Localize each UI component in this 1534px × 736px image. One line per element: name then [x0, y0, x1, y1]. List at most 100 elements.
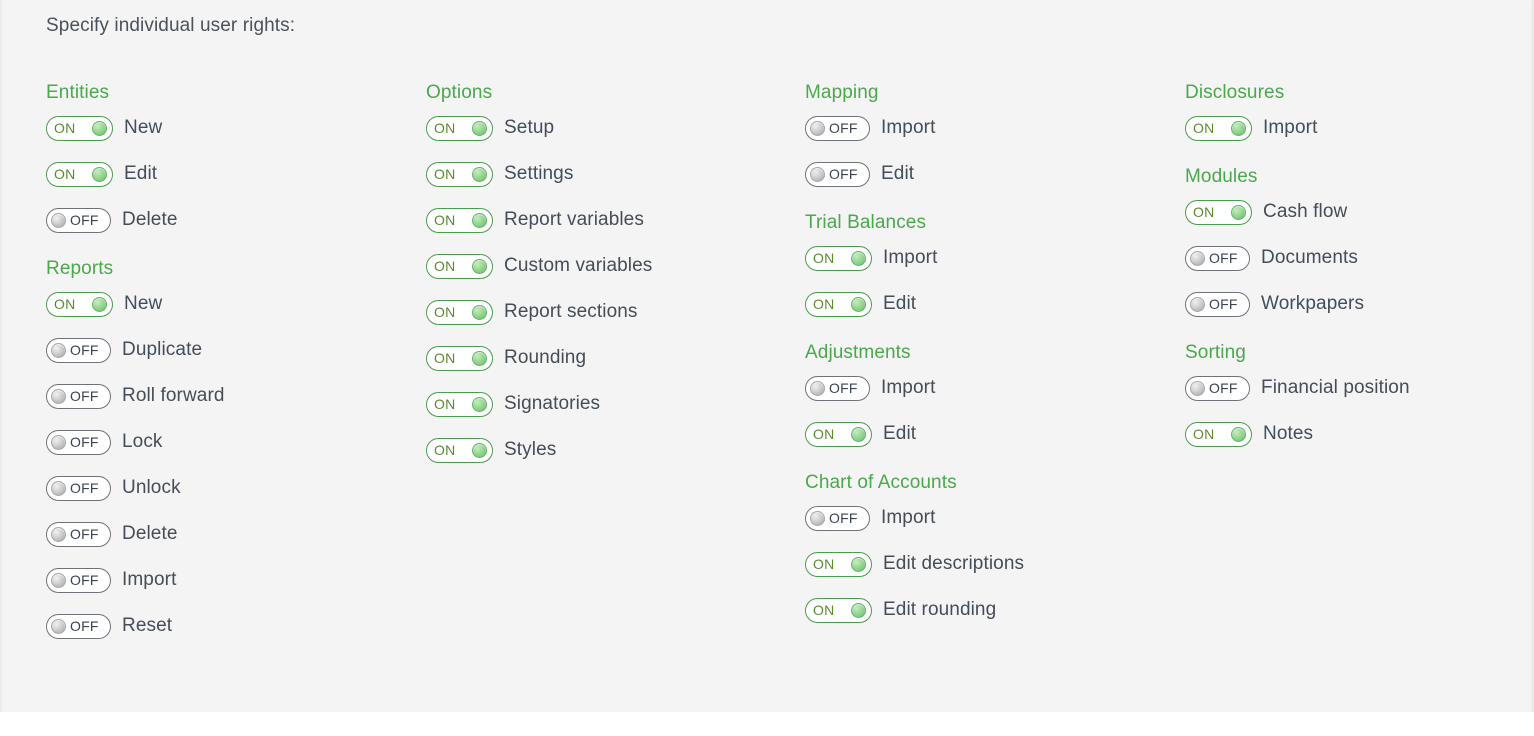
right-label-import: Import [1263, 117, 1318, 138]
toggle-chart-of-accounts-edit-rounding[interactable]: ON [805, 597, 872, 623]
right-label-edit-descriptions: Edit descriptions [883, 553, 1025, 574]
toggle-chart-of-accounts-import[interactable]: OFF [805, 505, 870, 531]
toggle-modules-cash-flow[interactable]: ON [1185, 199, 1252, 225]
toggle-sorting-notes[interactable]: ON [1185, 421, 1252, 447]
toggle-knob-icon [851, 602, 866, 618]
toggle-knob-icon [851, 296, 866, 312]
toggle-options-signatories[interactable]: ON [426, 391, 493, 417]
toggle-options-report-variables[interactable]: ON [426, 207, 493, 233]
right-label-report-variables: Report variables [504, 209, 644, 230]
toggle-state-text: ON [813, 296, 835, 312]
toggle-modules-documents[interactable]: OFF [1185, 245, 1250, 271]
toggle-state-text: ON [434, 212, 456, 228]
toggle-reports-duplicate[interactable]: OFF [46, 337, 111, 363]
toggle-reports-delete[interactable]: OFF [46, 521, 111, 547]
toggle-reports-unlock[interactable]: OFF [46, 475, 111, 501]
group-title-adjustments: Adjustments [805, 342, 911, 363]
group-title-sorting: Sorting [1185, 342, 1246, 363]
toggle-mapping-import[interactable]: OFF [805, 115, 870, 141]
toggle-state-text: ON [434, 396, 456, 412]
toggle-state-text: ON [813, 250, 835, 266]
right-row-options-report-sections: ON Report sections [426, 296, 796, 328]
group-title-entities: Entities [46, 82, 110, 103]
right-label-signatories: Signatories [504, 393, 601, 414]
group-title-mapping: Mapping [805, 82, 879, 103]
right-row-entities-delete: OFF Delete [46, 204, 416, 236]
toggle-options-settings[interactable]: ON [426, 161, 493, 187]
rights-column-4: Disclosures ON Import Modules ON Cash flow OFF… [1185, 81, 1534, 450]
toggle-state-text: ON [54, 296, 76, 312]
right-row-adjustments-import: OFF Import [805, 372, 1175, 404]
toggle-reports-roll-forward[interactable]: OFF [46, 383, 111, 409]
toggle-trial-balances-edit[interactable]: ON [805, 291, 872, 317]
right-row-options-settings: ON Settings [426, 158, 796, 190]
rights-group-disclosures: Disclosures ON Import [1185, 81, 1534, 144]
toggle-options-custom-variables[interactable]: ON [426, 253, 493, 279]
toggle-knob-icon [810, 380, 825, 396]
right-label-styles: Styles [504, 439, 557, 460]
toggle-entities-new[interactable]: ON [46, 115, 113, 141]
toggle-options-report-sections[interactable]: ON [426, 299, 493, 325]
toggle-reports-import[interactable]: OFF [46, 567, 111, 593]
right-label-custom-variables: Custom variables [504, 255, 653, 276]
right-row-mapping-edit: OFF Edit [805, 158, 1175, 190]
toggle-knob-icon [1231, 204, 1246, 220]
toggle-state-text: ON [54, 120, 76, 136]
group-title-chart-of-accounts: Chart of Accounts [805, 472, 957, 493]
right-label-edit: Edit [881, 163, 915, 184]
toggle-options-setup[interactable]: ON [426, 115, 493, 141]
right-row-entities-edit: ON Edit [46, 158, 416, 190]
right-label-edit: Edit [883, 423, 917, 444]
toggle-knob-icon [851, 250, 866, 266]
toggle-knob-icon [1190, 380, 1205, 396]
toggle-trial-balances-import[interactable]: ON [805, 245, 872, 271]
rights-group-trial-balances: Trial Balances ON Import ON Edit [805, 211, 1175, 320]
toggle-knob-icon [51, 480, 66, 496]
toggle-adjustments-edit[interactable]: ON [805, 421, 872, 447]
toggle-adjustments-import[interactable]: OFF [805, 375, 870, 401]
rights-group-mapping: Mapping OFF Import OFF Edit [805, 81, 1175, 190]
right-label-import: Import [881, 117, 936, 138]
toggle-options-styles[interactable]: ON [426, 437, 493, 463]
group-title-trial-balances: Trial Balances [805, 212, 927, 233]
right-label-financial-position: Financial position [1261, 377, 1410, 398]
right-row-trial-balances-import: ON Import [805, 242, 1175, 274]
toggle-options-rounding[interactable]: ON [426, 345, 493, 371]
toggle-knob-icon [1231, 426, 1246, 442]
toggle-entities-edit[interactable]: ON [46, 161, 113, 187]
toggle-entities-delete[interactable]: OFF [46, 207, 111, 233]
right-row-chart-of-accounts-edit-rounding: ON Edit rounding [805, 594, 1175, 626]
toggle-disclosures-import[interactable]: ON [1185, 115, 1252, 141]
toggle-knob-icon [51, 434, 66, 450]
right-label-import: Import [122, 569, 177, 590]
right-label-delete: Delete [122, 523, 178, 544]
toggle-state-text: ON [434, 166, 456, 182]
right-row-reports-import: OFF Import [46, 564, 416, 596]
right-row-trial-balances-edit: ON Edit [805, 288, 1175, 320]
right-label-workpapers: Workpapers [1261, 293, 1365, 314]
right-row-options-setup: ON Setup [426, 112, 796, 144]
page-title: Specify individual user rights: [46, 15, 296, 36]
toggle-sorting-financial-position[interactable]: OFF [1185, 375, 1250, 401]
right-label-setup: Setup [504, 117, 555, 138]
toggle-state-text: OFF [829, 166, 858, 182]
right-row-modules-workpapers: OFF Workpapers [1185, 288, 1534, 320]
toggle-state-text: ON [54, 166, 76, 182]
rights-group-chart-of-accounts: Chart of Accounts OFF Import ON Edit descrip… [805, 471, 1175, 626]
rights-group-options: Options ON Setup ON Settings ON Report variabl… [426, 81, 796, 466]
toggle-reports-reset[interactable]: OFF [46, 613, 111, 639]
rights-group-sorting: Sorting OFF Financial position ON Notes [1185, 341, 1534, 450]
group-title-disclosures: Disclosures [1185, 82, 1285, 103]
toggle-knob-icon [472, 258, 487, 274]
toggle-reports-new[interactable]: ON [46, 291, 113, 317]
toggle-knob-icon [1231, 120, 1246, 136]
toggle-mapping-edit[interactable]: OFF [805, 161, 870, 187]
right-row-sorting-financial-position: OFF Financial position [1185, 372, 1534, 404]
right-label-edit: Edit [883, 293, 917, 314]
toggle-modules-workpapers[interactable]: OFF [1185, 291, 1250, 317]
toggle-chart-of-accounts-edit-descriptions[interactable]: ON [805, 551, 872, 577]
right-row-reports-lock: OFF Lock [46, 426, 416, 458]
toggle-state-text: ON [1193, 426, 1215, 442]
right-row-reports-reset: OFF Reset [46, 610, 416, 642]
toggle-reports-lock[interactable]: OFF [46, 429, 111, 455]
